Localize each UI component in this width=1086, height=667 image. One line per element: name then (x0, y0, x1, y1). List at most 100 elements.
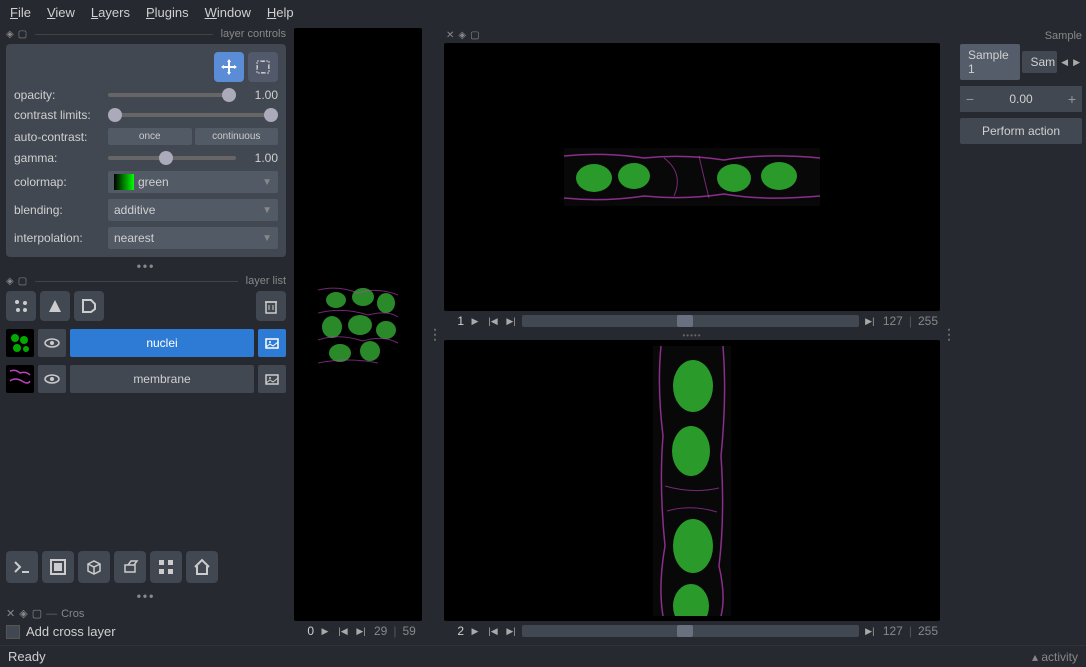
add-cross-layer-checkbox[interactable] (6, 625, 20, 639)
value-spinner[interactable]: − 0.00 + (960, 86, 1082, 112)
auto-contrast-continuous-button[interactable]: continuous (195, 128, 279, 145)
layer-list-title: layer list (246, 275, 286, 287)
menu-view[interactable]: ViewView (47, 5, 75, 20)
auto-contrast-once-button[interactable]: once (108, 128, 192, 145)
canvas-controls: ✕ ◈ ▢ (444, 28, 940, 43)
spinner-increment-button[interactable]: + (1062, 86, 1082, 112)
console-button[interactable] (6, 551, 38, 583)
transform-mode-button[interactable] (248, 52, 278, 82)
tab-sample-1[interactable]: Sample 1 (960, 44, 1020, 80)
grid-button[interactable] (150, 551, 182, 583)
pan-zoom-mode-button[interactable] (214, 52, 244, 82)
float-icon[interactable]: ▢ (470, 30, 479, 41)
perform-action-button[interactable]: Perform action (960, 118, 1082, 144)
ndisplay-2d-button[interactable] (42, 551, 74, 583)
slice-axis-0-current: 29 (372, 624, 389, 638)
slice-axis-2-slider[interactable] (522, 625, 859, 637)
opacity-slider[interactable] (108, 93, 236, 97)
next-axis-1-button[interactable]: ▶| (504, 314, 518, 328)
blending-dropdown[interactable]: additive ▼ (108, 199, 278, 221)
slice-axis-2-max: 255 (916, 624, 940, 638)
menu-window[interactable]: WindowWindow (205, 5, 251, 20)
canvas-xz[interactable] (444, 340, 940, 621)
colormap-swatch (114, 174, 134, 190)
menu-layers[interactable]: LayersLayers (91, 5, 130, 20)
prev-axis-1-button[interactable]: |◀ (486, 314, 500, 328)
delete-layer-button[interactable] (256, 291, 286, 321)
chevron-down-icon: ▼ (262, 233, 272, 244)
menu-plugins[interactable]: PluginsPlugins (146, 5, 189, 20)
gamma-value: 1.00 (242, 151, 278, 165)
slice-axis-0-label: 0 (294, 624, 314, 638)
new-shapes-layer-button[interactable] (40, 291, 70, 321)
canvas-xy[interactable] (444, 43, 940, 311)
layer-item-nuclei[interactable]: nuclei (6, 327, 286, 359)
layer-thumbnail (6, 329, 34, 357)
next-axis-2-button[interactable]: ▶| (504, 624, 518, 638)
activity-button[interactable]: ▴ activity (1032, 650, 1078, 664)
layer-visibility-toggle[interactable] (38, 329, 66, 357)
gamma-slider[interactable] (108, 156, 236, 160)
vertical-resize-handle[interactable]: ⋮ (430, 28, 440, 641)
horizontal-resize-handle[interactable]: ••••• (444, 331, 940, 340)
layer-item-membrane[interactable]: membrane (6, 363, 286, 395)
close-icon[interactable]: ▢ (18, 29, 27, 40)
colormap-dropdown[interactable]: green ▼ (108, 171, 278, 193)
ndisplay-3d-button[interactable] (78, 551, 110, 583)
detach-icon[interactable]: ◈ (6, 276, 14, 287)
new-labels-layer-button[interactable] (74, 291, 104, 321)
prev-axis-2-button[interactable]: |◀ (486, 624, 500, 638)
resize-handle[interactable]: ••• (6, 587, 286, 605)
gamma-label: gamma: (14, 151, 102, 165)
tab-scroll-right-icon[interactable]: ▶ (1071, 55, 1082, 70)
interpolation-dropdown[interactable]: nearest ▼ (108, 227, 278, 249)
tab-sample-2[interactable]: Sam (1022, 51, 1057, 73)
slice-axis-1-current: 127 (881, 314, 905, 328)
slice-axis-1-slider[interactable] (522, 315, 859, 327)
spinner-decrement-button[interactable]: − (960, 86, 980, 112)
interpolation-label: interpolation: (14, 231, 102, 245)
tab-scroll-left-icon[interactable]: ◀ (1059, 55, 1070, 70)
statusbar: Ready ▴ activity (0, 645, 1086, 667)
layer-list-header: ◈ ▢ layer list (6, 275, 286, 287)
end-axis-2-button[interactable]: ▶| (863, 624, 877, 638)
slice-axis-2-label: 2 (444, 624, 464, 638)
close-icon[interactable]: ✕ (6, 607, 15, 620)
menu-help[interactable]: HelpHelp (267, 5, 294, 20)
layer-name[interactable]: membrane (70, 365, 254, 393)
detach-icon[interactable]: ◈ (458, 30, 466, 41)
play-axis-2-button[interactable]: ▶ (468, 624, 482, 638)
float-icon[interactable]: ▢ (32, 607, 42, 620)
cross-panel-header: ✕ ◈ ▢ ― Cros (6, 605, 286, 622)
layer-thumbnail (6, 365, 34, 393)
play-axis-1-button[interactable]: ▶ (468, 314, 482, 328)
cross-title: Cros (61, 608, 84, 620)
layer-visibility-toggle[interactable] (38, 365, 66, 393)
home-button[interactable] (186, 551, 218, 583)
new-points-layer-button[interactable] (6, 291, 36, 321)
next-axis-0-button[interactable]: ▶| (354, 624, 368, 638)
detach-icon[interactable]: ◈ (19, 607, 27, 620)
contrast-slider[interactable] (108, 113, 278, 117)
close-icon[interactable]: ✕ (446, 30, 454, 41)
layer-type-icon (258, 329, 286, 357)
close-icon[interactable]: ▢ (18, 276, 27, 287)
layer-name[interactable]: nuclei (70, 329, 254, 357)
opacity-value: 1.00 (242, 88, 278, 102)
menu-file[interactable]: FFileile (10, 5, 31, 20)
vertical-resize-handle[interactable]: ⋮ (944, 28, 954, 641)
chevron-down-icon: ▼ (262, 177, 272, 188)
detach-icon[interactable]: ◈ (6, 29, 14, 40)
layer-controls-panel: opacity: 1.00 contrast limits: auto-cont… (6, 44, 286, 257)
slice-axis-0-max: 59 (400, 624, 417, 638)
play-axis-0-button[interactable]: ▶ (318, 624, 332, 638)
prev-axis-0-button[interactable]: |◀ (336, 624, 350, 638)
status-text: Ready (8, 649, 46, 664)
spinner-value[interactable]: 0.00 (980, 92, 1062, 106)
end-axis-1-button[interactable]: ▶| (863, 314, 877, 328)
canvas-overview[interactable] (294, 28, 422, 621)
sample-panel-title: Sample (960, 28, 1082, 44)
resize-handle[interactable]: ••• (6, 257, 286, 275)
roll-dims-button[interactable] (114, 551, 146, 583)
colormap-label: colormap: (14, 175, 102, 189)
